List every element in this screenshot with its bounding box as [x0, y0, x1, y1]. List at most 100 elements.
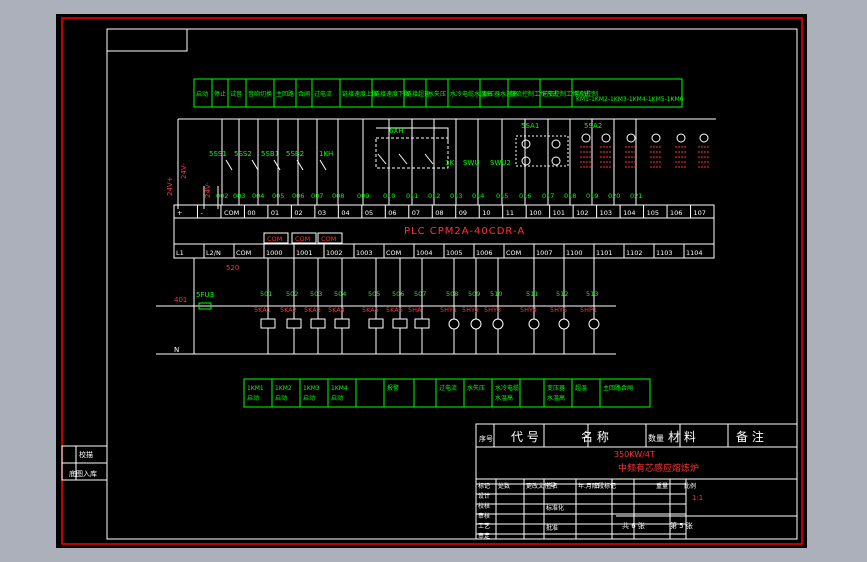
bottom-table-cell-12-a: 超温: [575, 384, 587, 392]
top-table-cell-0: 启动: [196, 90, 208, 98]
plc-top-terminal-18: 103: [600, 209, 612, 217]
output-device-2: 5KA3: [304, 306, 321, 314]
plc-top-terminals: + - COM 00 01 02 03 04 05 06 07 08 09 10 11 100 101 102 10…: [177, 205, 706, 218]
switch-contact: [273, 159, 281, 171]
top-table-cell-3: 音响切换: [248, 90, 272, 98]
bottom-table-cell-1-a: 1KM2: [275, 385, 292, 392]
title-left-label-2: 校核: [478, 502, 490, 510]
title-mid-label-2: 签名: [546, 482, 558, 490]
plc-bottom-terminal-0: L1: [176, 249, 184, 257]
corner-box: [106, 28, 188, 52]
bottom-table-cell-13-a: 主回路合闸: [603, 384, 633, 392]
top-table-kml: KM1-1KM2-1KM3-1KM4-1KM5-1KM6: [576, 96, 684, 103]
input-number-9: 011: [406, 192, 418, 200]
plc-bottom-terminals: L1 L2/N COM 1000 1001 1002 1003 COM 1004 1005 1006…: [176, 244, 703, 258]
selector-switch-5sa1: [515, 135, 569, 167]
switch-contact: [398, 153, 408, 165]
coil-icon: [414, 318, 430, 329]
plc-top-terminal-14: 11: [506, 209, 514, 217]
plc-com-label-1: COM: [295, 235, 310, 243]
bottom-table-cell-2-b: 启动: [303, 394, 315, 402]
plc-top-terminal-7: 04: [341, 209, 349, 217]
input-number-15: 017: [542, 192, 554, 200]
plc-bottom-terminal-10: 1006: [476, 249, 493, 257]
plc-top-terminal-19: 104: [623, 209, 635, 217]
title-header-5: 备 注: [736, 429, 764, 444]
output-device-8: 5HY2: [462, 306, 479, 314]
bottom-function-table: 1KM1 启动 1KM2 启动 1KM3 启动 1KM4 启动 报警 过电流 水失压 水冷电缆水温高 变…: [243, 378, 651, 408]
output-number-7: 508: [446, 290, 458, 298]
input-number-13: 015: [496, 192, 508, 200]
input-number-8: 010: [383, 192, 395, 200]
bottom-table-cell-1-b: 启动: [275, 394, 287, 402]
input-number-6: 008: [332, 192, 344, 200]
title-mid-label-6: 比例: [684, 482, 696, 490]
plc-top-terminal-4: 01: [271, 209, 279, 217]
output-device-0: 5KA1: [254, 306, 271, 314]
title-scale: 1:1: [692, 494, 703, 502]
lamp-icon: [492, 318, 504, 330]
bottom-table-cell-9-a: 水冷电缆: [495, 384, 519, 392]
relay-1k: 1K: [445, 159, 454, 167]
switch-5sa2: 5SA2: [584, 122, 602, 130]
input-number-1: 003: [233, 192, 245, 200]
coil-icon: [368, 318, 384, 329]
voltage-24v-minus-1: 24V-: [180, 163, 188, 179]
plc-top-terminal-2: COM: [224, 209, 239, 217]
title-header-4: 材 料: [668, 430, 696, 444]
output-number-9: 510: [490, 290, 502, 298]
selector-switch-5sa2: [580, 133, 710, 168]
input-number-14: 016: [519, 192, 531, 200]
plc-top-terminal-22: 107: [694, 209, 706, 217]
plc-top-terminal-20: 105: [647, 209, 659, 217]
switch-contact: [319, 159, 327, 171]
input-number-17: 019: [586, 192, 598, 200]
output-number-4: 505: [368, 290, 380, 298]
bottom-table-cell-2-a: 1KM3: [303, 385, 320, 392]
voltage-24v-minus-2: 24V-: [204, 182, 212, 198]
coil-icon: [392, 318, 408, 329]
input-number-18: 020: [608, 192, 620, 200]
plc-top-terminal-16: 101: [553, 209, 565, 217]
plc-bottom-terminal-14: 1101: [596, 249, 613, 257]
bottom-table-cell-8-a: 水失压: [467, 384, 485, 392]
input-number-2: 004: [252, 192, 264, 200]
plc-top-terminal-12: 09: [459, 209, 467, 217]
title-header-1: 代 号: [511, 430, 539, 444]
output-number-0: 501: [260, 290, 272, 298]
input-number-7: 009: [357, 192, 369, 200]
plc-bottom-terminal-12: 1007: [536, 249, 553, 257]
coil-icon: [310, 318, 326, 329]
lamp-icon: [528, 318, 540, 330]
switch-6xh: 6XH: [389, 127, 404, 135]
output-device-1: 5KA2: [280, 306, 297, 314]
input-number-5: 007: [311, 192, 323, 200]
output-device-4: 5KA5: [362, 306, 379, 314]
title-mid-label-0: 处数: [498, 482, 510, 490]
plc-bottom-terminal-5: 1002: [326, 249, 343, 257]
top-table-cell-4: 主回路: [276, 90, 294, 98]
output-number-5: 506: [392, 290, 404, 298]
selector-contact-icon: [699, 133, 709, 143]
plc-top-terminal-17: 102: [576, 209, 588, 217]
selector-contact-icon: [551, 156, 561, 166]
top-table-cell-8: 链接速度下限: [374, 90, 410, 98]
output-number-3: 504: [334, 290, 346, 298]
switch-5sb1: 5SB1: [261, 150, 279, 158]
selector-contact-icon: [521, 139, 531, 149]
bottom-table-cell-9-b: 水温高: [495, 394, 513, 402]
top-function-table: 启动 停止 试音 音响切换 主回路 合闸 过电流 链接速度上限链接速度下限链接超速水失压 水冷电…: [193, 78, 684, 108]
top-table-cell-1: 停止: [214, 90, 226, 98]
output-number-11: 512: [556, 290, 568, 298]
plc-bottom-terminal-7: COM: [386, 249, 401, 257]
coil-icon: [260, 318, 276, 329]
plc-bottom-terminal-15: 1102: [626, 249, 643, 257]
title-header-2: 名 称: [581, 429, 609, 444]
switch-1kh: 1KH: [319, 150, 333, 158]
output-number-12: 513: [586, 290, 598, 298]
bottom-table-cell-11-b: 水温高: [547, 394, 565, 402]
drawing-code: 350KW/4T: [614, 450, 655, 459]
lamp-icon: [558, 318, 570, 330]
plc-bottom-terminal-9: 1005: [446, 249, 463, 257]
title-header-3: 数量: [648, 433, 664, 443]
